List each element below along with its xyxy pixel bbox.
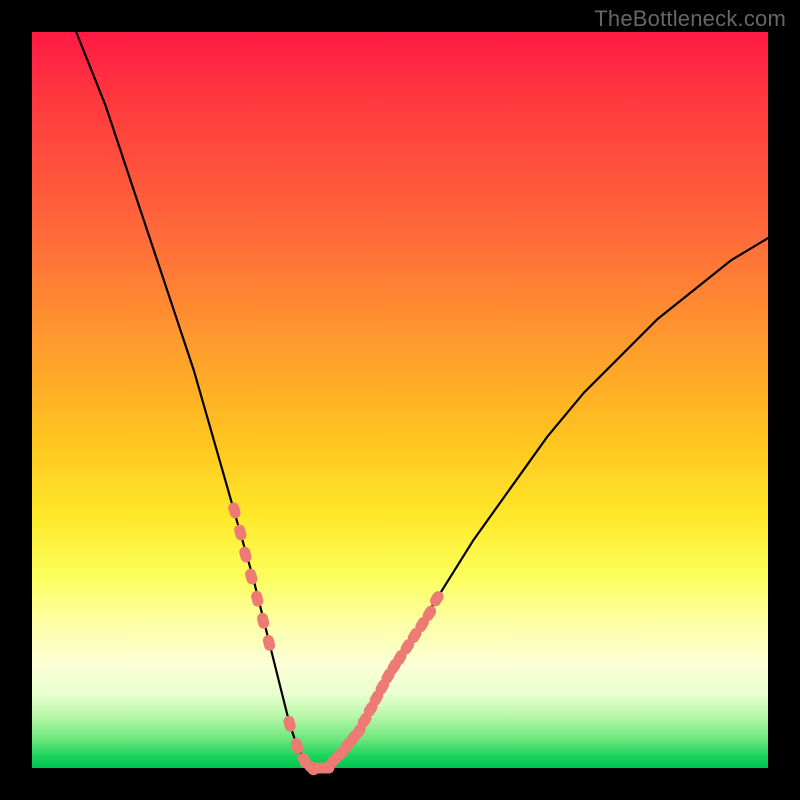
curve-marker <box>238 545 253 563</box>
bottleneck-curve <box>76 32 768 768</box>
watermark-text: TheBottleneck.com <box>594 6 786 32</box>
curve-marker <box>250 590 265 608</box>
curve-marker <box>282 715 297 733</box>
curve-marker <box>262 634 277 652</box>
curve-marker <box>233 523 248 541</box>
curve-marker <box>256 612 271 630</box>
curve-svg <box>32 32 768 768</box>
curve-marker <box>227 501 242 519</box>
chart-frame: TheBottleneck.com <box>0 0 800 800</box>
curve-marker <box>428 589 446 608</box>
marker-group <box>227 501 446 777</box>
curve-marker <box>289 737 304 756</box>
curve-marker <box>244 567 259 585</box>
plot-area <box>32 32 768 768</box>
